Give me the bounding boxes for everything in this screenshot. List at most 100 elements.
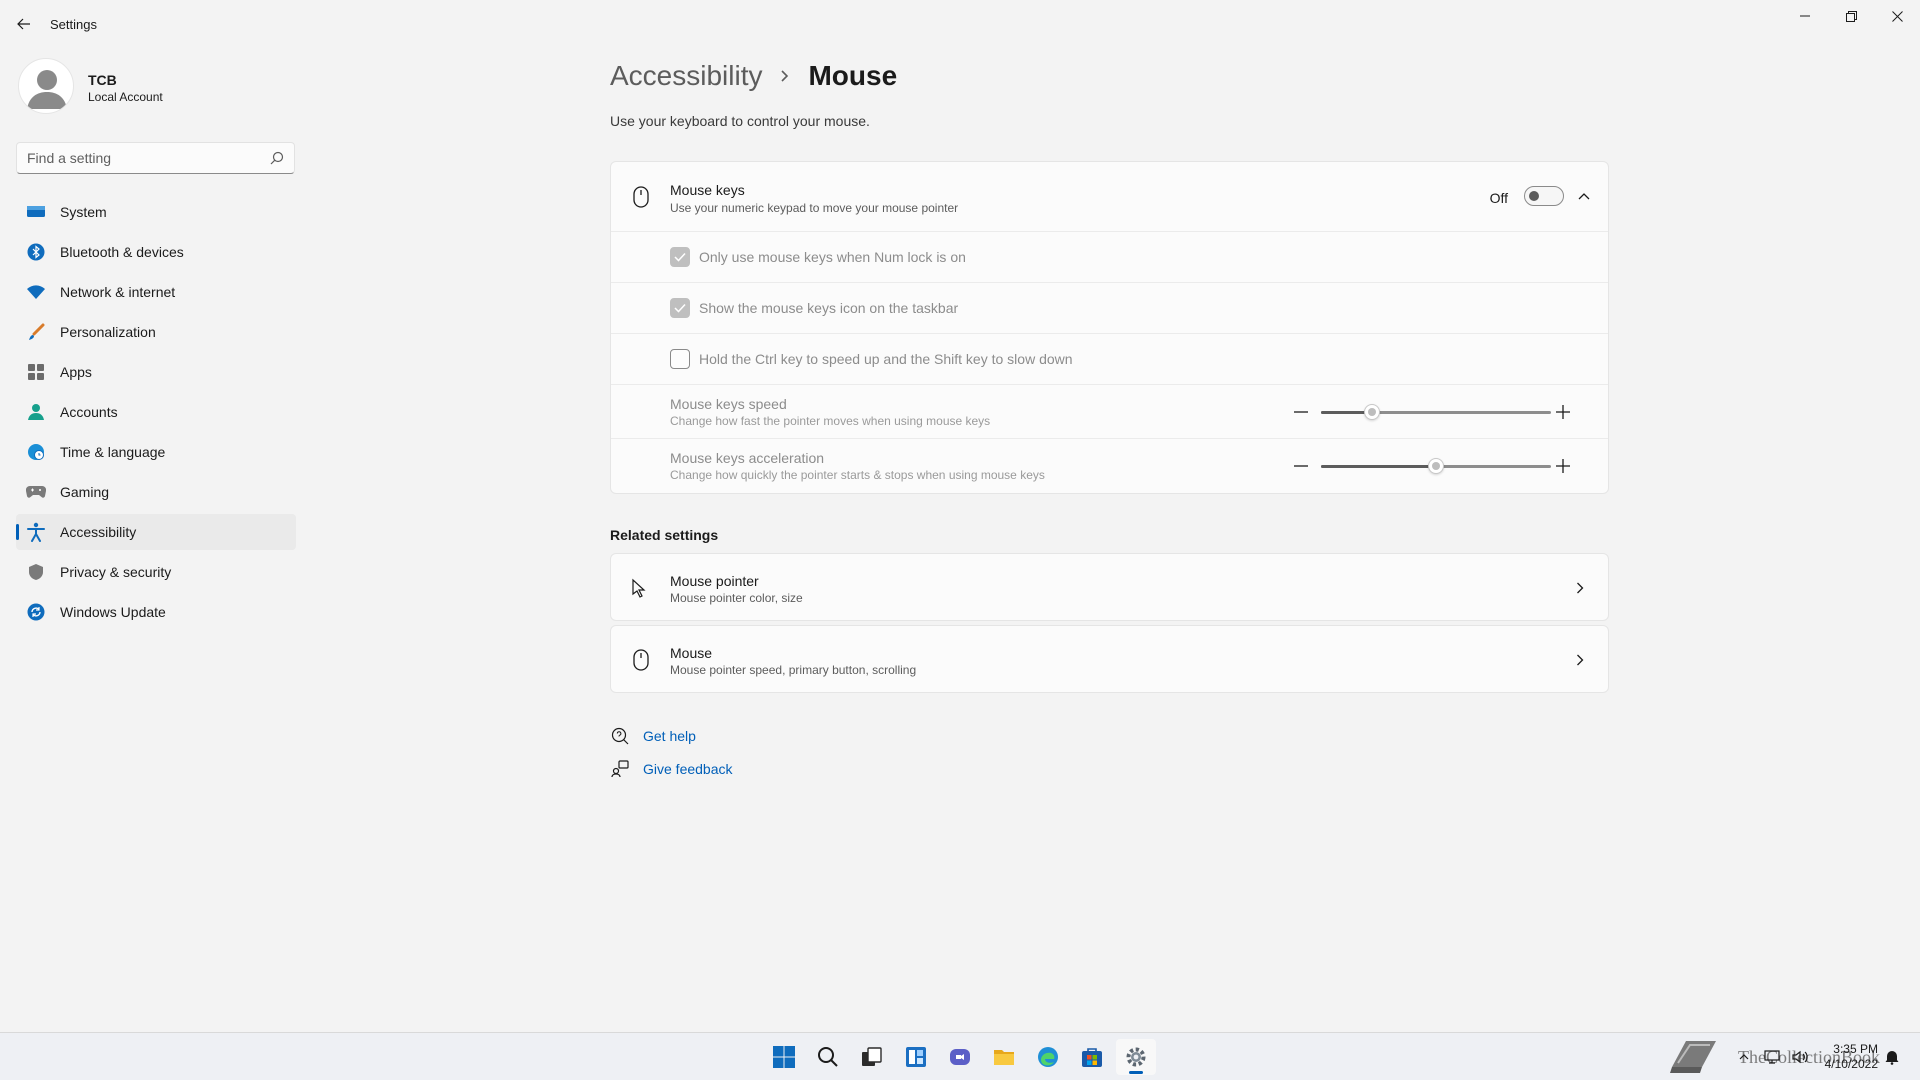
taskbar-start-button[interactable] (764, 1039, 804, 1075)
sidebar-item-windows-update[interactable]: Windows Update (16, 594, 296, 630)
speed-slider-track[interactable] (1321, 404, 1551, 420)
notification-button[interactable] (1878, 1043, 1906, 1071)
chevron-right-icon (1570, 578, 1590, 598)
brush-icon (26, 322, 46, 342)
sidebar-item-label: Windows Update (60, 604, 166, 620)
taskbar-edge-button[interactable] (1028, 1039, 1068, 1075)
sidebar-item-label: Bluetooth & devices (60, 244, 184, 260)
chevron-up-icon (1739, 1054, 1749, 1060)
acceleration-slider-thumb[interactable] (1428, 458, 1444, 474)
related-mouse-pointer[interactable]: Mouse pointer Mouse pointer color, size (610, 553, 1609, 621)
tray-volume-button[interactable] (1786, 1043, 1814, 1071)
mouse-keys-title: Mouse keys (670, 182, 745, 198)
sidebar-item-accounts[interactable]: Accounts (16, 394, 296, 430)
store-icon (1082, 1048, 1102, 1067)
person-icon (26, 402, 46, 422)
mouse-keys-header[interactable]: Mouse keys Use your numeric keypad to mo… (611, 162, 1608, 232)
sidebar-item-privacy-security[interactable]: Privacy & security (16, 554, 296, 590)
feedback-icon (610, 759, 630, 779)
taskbar-chat-button[interactable] (940, 1039, 980, 1075)
restore-button[interactable] (1828, 0, 1874, 32)
widgets-icon (906, 1047, 926, 1067)
settings-search (16, 142, 295, 174)
taskbar-file-explorer-button[interactable] (984, 1039, 1024, 1075)
related-mouse[interactable]: Mouse Mouse pointer speed, primary butto… (610, 625, 1609, 693)
speed-title: Mouse keys speed (670, 396, 787, 412)
sidebar-item-label: Gaming (60, 484, 110, 500)
acceleration-description: Change how quickly the pointer starts & … (670, 468, 1045, 482)
sidebar-item-personalization[interactable]: Personalization (16, 314, 296, 350)
chat-icon (950, 1049, 970, 1065)
taskbar-clock[interactable]: 3:35 PM 4/10/2022 (1825, 1042, 1878, 1072)
edge-icon (1038, 1047, 1058, 1067)
breadcrumb: Accessibility Mouse (610, 54, 897, 98)
acceleration-title: Mouse keys acceleration (670, 450, 825, 466)
user-profile[interactable]: TCB Local Account (18, 56, 298, 116)
search-input[interactable] (17, 143, 257, 173)
search-icon[interactable] (270, 151, 284, 165)
update-icon (26, 602, 46, 622)
mouse-pointer-title: Mouse pointer (670, 573, 759, 589)
sidebar-item-label: Apps (60, 364, 92, 380)
wifi-icon (26, 282, 46, 302)
collapse-button[interactable] (1574, 186, 1594, 206)
taskbar-store-button[interactable] (1072, 1039, 1112, 1075)
sidebar-item-bluetooth[interactable]: Bluetooth & devices (16, 234, 296, 270)
taskbar-search-button[interactable] (808, 1039, 848, 1075)
get-help-label: Get help (643, 728, 696, 744)
sidebar-item-apps[interactable]: Apps (16, 354, 296, 390)
mouse-keys-group: Mouse keys Use your numeric keypad to mo… (610, 161, 1609, 494)
mouse-pointer-icon (629, 576, 653, 600)
ctrl-shift-checkbox[interactable] (670, 349, 690, 369)
sidebar-item-label: Accounts (60, 404, 118, 420)
sidebar-item-network[interactable]: Network & internet (16, 274, 296, 310)
speed-slider-thumb[interactable] (1363, 404, 1380, 420)
minus-icon (1294, 411, 1308, 413)
option-taskbar-icon: Show the mouse keys icon on the taskbar (611, 283, 1608, 334)
chevron-right-icon (1570, 650, 1590, 670)
related-settings-heading: Related settings (610, 527, 719, 543)
minimize-button[interactable] (1782, 0, 1828, 32)
sidebar-item-system[interactable]: System (16, 194, 296, 230)
option-ctrl-shift: Hold the Ctrl key to speed up and the Sh… (611, 334, 1608, 385)
taskbar-icon-checkbox[interactable] (670, 298, 690, 318)
app-title: Settings (50, 17, 97, 32)
profile-name: TCB (88, 72, 117, 88)
close-button[interactable] (1874, 0, 1920, 32)
acceleration-slider-fill (1321, 465, 1436, 468)
sidebar-item-gaming[interactable]: Gaming (16, 474, 296, 510)
tray-network-button[interactable] (1758, 1043, 1786, 1071)
acceleration-increase-button[interactable] (1553, 456, 1573, 476)
acceleration-decrease-button[interactable] (1291, 456, 1311, 476)
sidebar-item-label: System (60, 204, 107, 220)
acceleration-slider (1291, 439, 1581, 493)
speed-decrease-button[interactable] (1291, 402, 1311, 422)
ctrl-shift-label: Hold the Ctrl key to speed up and the Sh… (699, 351, 1073, 367)
tray-overflow-button[interactable] (1730, 1043, 1758, 1071)
start-icon (773, 1046, 795, 1068)
sidebar-item-label: Accessibility (60, 524, 137, 540)
help-chat-icon (610, 726, 630, 746)
get-help-link[interactable]: Get help (610, 725, 696, 747)
page-title: Mouse (808, 60, 898, 91)
minus-icon (1294, 465, 1308, 467)
accessibility-icon (26, 522, 46, 542)
clock-time: 3:35 PM (1833, 1042, 1878, 1056)
speed-increase-button[interactable] (1553, 402, 1573, 422)
sidebar-item-label: Network & internet (60, 284, 176, 300)
num-lock-checkbox[interactable] (670, 247, 690, 267)
breadcrumb-parent[interactable]: Accessibility (610, 60, 762, 92)
acceleration-slider-track[interactable] (1321, 458, 1551, 474)
sidebar-item-label: Time & language (60, 444, 166, 460)
mouse-keys-description: Use your numeric keypad to move your mou… (670, 201, 959, 215)
sidebar-item-accessibility[interactable]: Accessibility (16, 514, 296, 550)
give-feedback-link[interactable]: Give feedback (610, 758, 733, 780)
notification-bell-icon (1885, 1051, 1899, 1065)
sidebar-item-time-language[interactable]: Time & language (16, 434, 296, 470)
taskbar-settings-button[interactable] (1116, 1039, 1156, 1075)
mouse-keys-toggle[interactable] (1524, 186, 1564, 206)
taskbar-task-view-button[interactable] (852, 1039, 892, 1075)
back-button[interactable] (12, 12, 36, 36)
taskbar-widgets-button[interactable] (896, 1039, 936, 1075)
check-icon (674, 252, 686, 262)
